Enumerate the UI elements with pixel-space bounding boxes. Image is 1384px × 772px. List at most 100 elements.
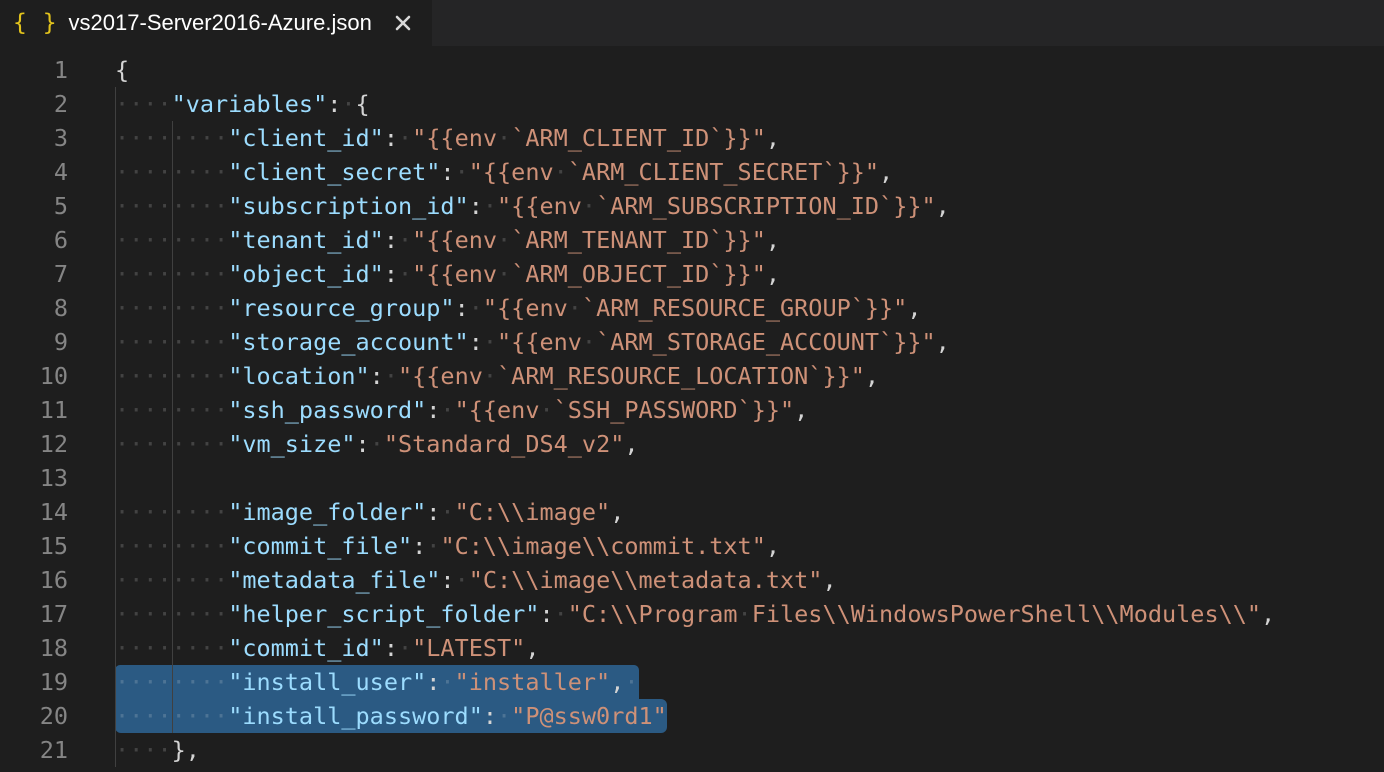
code-line-content[interactable]: ········"object_id":·"{{env·`ARM_OBJECT_… bbox=[68, 257, 1384, 291]
code-line[interactable]: 8········"resource_group":·"{{env·`ARM_R… bbox=[0, 291, 1384, 325]
line-number[interactable]: 20 bbox=[0, 699, 68, 733]
code-token: "C:\\Program bbox=[568, 600, 738, 628]
line-number[interactable]: 3 bbox=[0, 121, 68, 155]
whitespace-dots: · bbox=[398, 226, 412, 254]
code-line-content[interactable]: ········"client_secret":·"{{env·`ARM_CLI… bbox=[68, 155, 1384, 189]
code-token: : bbox=[384, 226, 398, 254]
code-token: : bbox=[469, 328, 483, 356]
code-line-content[interactable]: ········"storage_account":·"{{env·`ARM_S… bbox=[68, 325, 1384, 359]
line-number[interactable]: 8 bbox=[0, 291, 68, 325]
code-token: "{{env bbox=[412, 226, 497, 254]
whitespace-dots: · bbox=[455, 158, 469, 186]
whitespace-dots: · bbox=[398, 260, 412, 288]
code-token: , bbox=[936, 328, 950, 356]
line-number[interactable]: 14 bbox=[0, 495, 68, 529]
line-number[interactable]: 15 bbox=[0, 529, 68, 563]
code-line-content[interactable]: ········"helper_script_folder":·"C:\\Pro… bbox=[68, 597, 1384, 631]
code-line[interactable]: 19········"install_user":·"installer",· bbox=[0, 665, 1384, 699]
tab-title: vs2017-Server2016-Azure.json bbox=[69, 10, 372, 36]
code-line[interactable]: 2····"variables":·{ bbox=[0, 87, 1384, 121]
code-token: "Standard_DS4_v2" bbox=[384, 430, 625, 458]
code-token: : bbox=[384, 260, 398, 288]
code-token: , bbox=[610, 668, 624, 696]
code-line-content[interactable]: ········"vm_size":·"Standard_DS4_v2", bbox=[68, 427, 1384, 461]
line-number[interactable]: 16 bbox=[0, 563, 68, 597]
code-line-content[interactable]: ····}, bbox=[68, 733, 1384, 767]
code-line[interactable]: 18········"commit_id":·"LATEST", bbox=[0, 631, 1384, 665]
code-line[interactable]: 7········"object_id":·"{{env·`ARM_OBJECT… bbox=[0, 257, 1384, 291]
code-line-content[interactable]: ········"tenant_id":·"{{env·`ARM_TENANT_… bbox=[68, 223, 1384, 257]
code-token: "metadata_file" bbox=[228, 566, 440, 594]
code-line[interactable]: 4········"client_secret":·"{{env·`ARM_CL… bbox=[0, 155, 1384, 189]
line-number[interactable]: 7 bbox=[0, 257, 68, 291]
code-token: `ARM_CLIENT_ID`}}" bbox=[511, 124, 766, 152]
line-number[interactable]: 19 bbox=[0, 665, 68, 699]
whitespace-dots: · bbox=[426, 532, 440, 560]
code-line-content[interactable] bbox=[68, 461, 1384, 495]
line-number[interactable]: 6 bbox=[0, 223, 68, 257]
line-number[interactable]: 9 bbox=[0, 325, 68, 359]
code-line-content[interactable]: ········"location":·"{{env·`ARM_RESOURCE… bbox=[68, 359, 1384, 393]
code-token: , bbox=[766, 226, 780, 254]
indent-guide bbox=[172, 121, 173, 733]
code-token: , bbox=[1261, 600, 1275, 628]
code-line-content[interactable]: ········"client_id":·"{{env·`ARM_CLIENT_… bbox=[68, 121, 1384, 155]
code-token: : bbox=[327, 90, 341, 118]
code-token: , bbox=[936, 192, 950, 220]
close-icon[interactable] bbox=[390, 10, 416, 36]
line-number[interactable]: 1 bbox=[0, 53, 68, 87]
whitespace-dots: · bbox=[483, 362, 497, 390]
code-line[interactable]: 17········"helper_script_folder":·"C:\\P… bbox=[0, 597, 1384, 631]
line-number[interactable]: 12 bbox=[0, 427, 68, 461]
code-line-content[interactable]: ········"commit_file":·"C:\\image\\commi… bbox=[68, 529, 1384, 563]
code-line[interactable]: 20········"install_password":·"P@ssw0rd1… bbox=[0, 699, 1384, 733]
code-line-content[interactable]: ········"image_folder":·"C:\\image", bbox=[68, 495, 1384, 529]
code-line[interactable]: 1{ bbox=[0, 53, 1384, 87]
code-line-content[interactable]: ········"install_user":·"installer",· bbox=[68, 665, 1384, 699]
code-line[interactable]: 10········"location":·"{{env·`ARM_RESOUR… bbox=[0, 359, 1384, 393]
whitespace-dots: · bbox=[370, 430, 384, 458]
code-line-content[interactable]: ········"ssh_password":·"{{env·`SSH_PASS… bbox=[68, 393, 1384, 427]
vscode-window: { } vs2017-Server2016-Azure.json 1{2····… bbox=[0, 0, 1384, 772]
code-token: "{{env bbox=[412, 260, 497, 288]
whitespace-dots: · bbox=[554, 158, 568, 186]
code-line[interactable]: 16········"metadata_file":·"C:\\image\\m… bbox=[0, 563, 1384, 597]
line-number[interactable]: 11 bbox=[0, 393, 68, 427]
line-number[interactable]: 18 bbox=[0, 631, 68, 665]
code-line[interactable]: 9········"storage_account":·"{{env·`ARM_… bbox=[0, 325, 1384, 359]
code-line[interactable]: 11········"ssh_password":·"{{env·`SSH_PA… bbox=[0, 393, 1384, 427]
code-line[interactable]: 14········"image_folder":·"C:\\image", bbox=[0, 495, 1384, 529]
code-token: : bbox=[412, 532, 426, 560]
tab-vs2017-server2016-azure[interactable]: { } vs2017-Server2016-Azure.json bbox=[0, 0, 432, 46]
code-line-content[interactable]: ····"variables":·{ bbox=[68, 87, 1384, 121]
line-number[interactable]: 5 bbox=[0, 189, 68, 223]
line-number[interactable]: 21 bbox=[0, 733, 68, 767]
code-line[interactable]: 6········"tenant_id":·"{{env·`ARM_TENANT… bbox=[0, 223, 1384, 257]
code-token: : bbox=[539, 600, 553, 628]
code-line-content[interactable]: ········"metadata_file":·"C:\\image\\met… bbox=[68, 563, 1384, 597]
code-line-content[interactable]: ········"install_password":·"P@ssw0rd1" bbox=[68, 699, 1384, 733]
code-line[interactable]: 3········"client_id":·"{{env·`ARM_CLIENT… bbox=[0, 121, 1384, 155]
whitespace-dots: · bbox=[539, 396, 553, 424]
code-token: : bbox=[426, 498, 440, 526]
line-number[interactable]: 10 bbox=[0, 359, 68, 393]
code-line[interactable]: 15········"commit_file":·"C:\\image\\com… bbox=[0, 529, 1384, 563]
line-number[interactable]: 4 bbox=[0, 155, 68, 189]
code-line-content[interactable]: ········"commit_id":·"LATEST", bbox=[68, 631, 1384, 665]
line-number[interactable]: 17 bbox=[0, 597, 68, 631]
code-token: "helper_script_folder" bbox=[228, 600, 539, 628]
code-token: : bbox=[384, 124, 398, 152]
line-number[interactable]: 2 bbox=[0, 87, 68, 121]
code-editor[interactable]: 1{2····"variables":·{3········"client_id… bbox=[0, 46, 1384, 772]
code-line[interactable]: 13 bbox=[0, 461, 1384, 495]
whitespace-dots: · bbox=[384, 362, 398, 390]
code-line-content[interactable]: ········"subscription_id":·"{{env·`ARM_S… bbox=[68, 189, 1384, 223]
code-token: : bbox=[426, 668, 440, 696]
code-line-content[interactable]: ········"resource_group":·"{{env·`ARM_RE… bbox=[68, 291, 1384, 325]
code-line[interactable]: 5········"subscription_id":·"{{env·`ARM_… bbox=[0, 189, 1384, 223]
code-token: "tenant_id" bbox=[228, 226, 384, 254]
code-line-content[interactable]: { bbox=[68, 53, 1384, 87]
code-line[interactable]: 12········"vm_size":·"Standard_DS4_v2", bbox=[0, 427, 1384, 461]
line-number[interactable]: 13 bbox=[0, 461, 68, 495]
code-line[interactable]: 21····}, bbox=[0, 733, 1384, 767]
